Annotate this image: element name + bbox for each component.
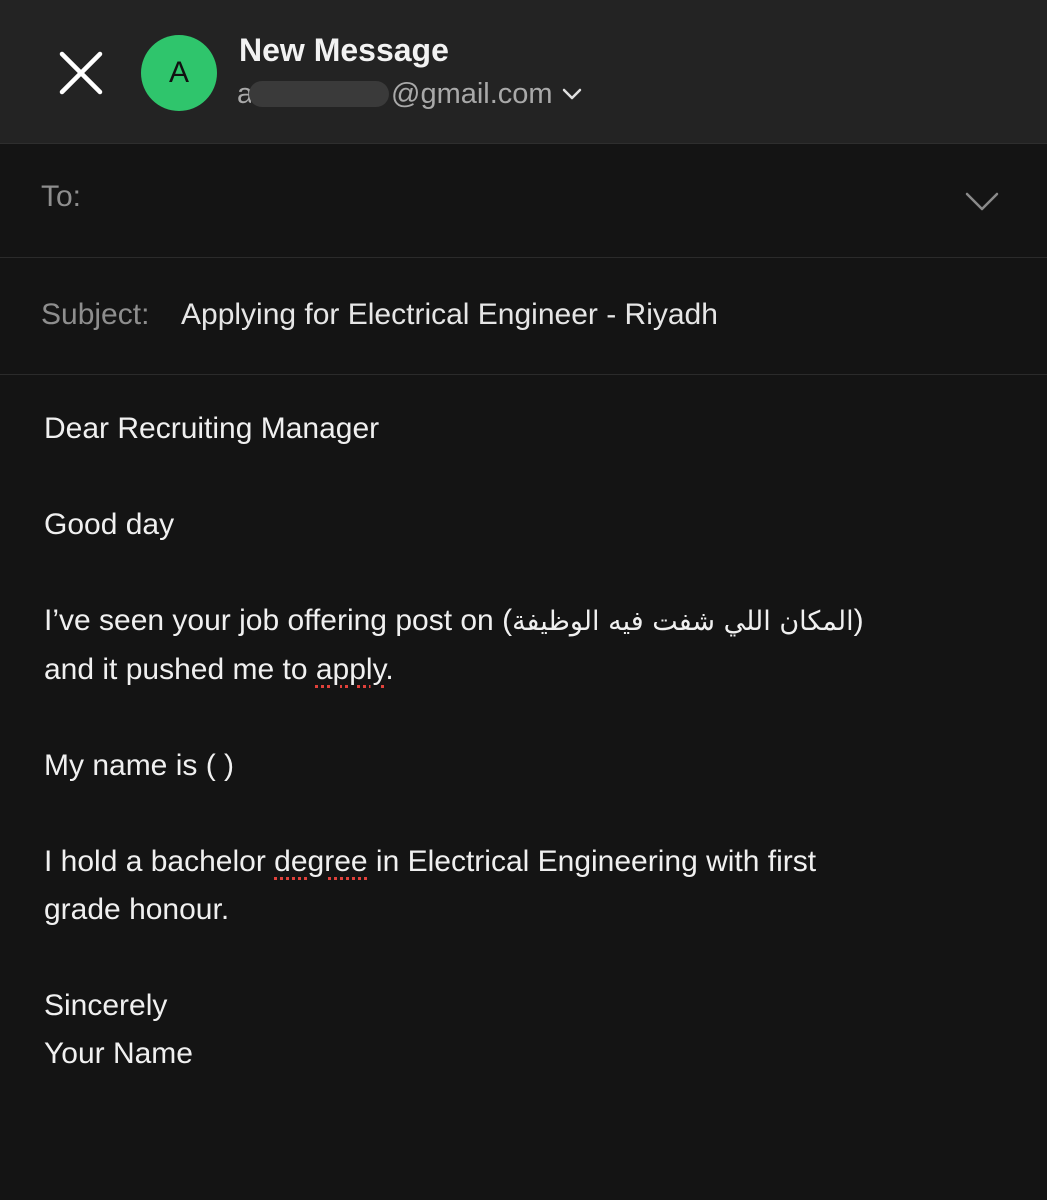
spellcheck-word[interactable]: degree [274,845,367,878]
arabic-placeholder-text: المكان اللي شفت فيه الوظيفة [512,606,854,637]
message-body[interactable]: Dear Recruiting Manager Good day I’ve se… [44,405,1004,1078]
avatar: A [141,35,217,111]
page-title: New Message [239,32,449,68]
body-paragraph-name: My name is ( ) [44,749,235,782]
close-icon [59,51,103,95]
body-signoff: Sincerely Your Name [44,982,1004,1078]
body-line: Good day [44,508,175,541]
account-email-domain: @gmail.com [391,77,553,110]
closing-text: Sincerely [44,989,168,1022]
body-paragraph-degree: I hold a bachelor degree in Electrical E… [44,845,817,926]
chevron-down-icon [562,88,581,100]
body-paragraph-job-source: I’ve seen your job offering post on (الم… [44,604,864,686]
to-field[interactable] [110,174,934,220]
close-button[interactable] [56,48,106,98]
subject-row[interactable]: Subject: Applying for Electrical Enginee… [0,258,1047,375]
subject-field[interactable]: Applying for Electrical Engineer - Riyad… [181,298,718,332]
subject-label: Subject: [41,298,150,331]
body-greeting: Dear Recruiting Manager [44,412,380,445]
to-row: To: [0,144,1047,258]
to-label: To: [41,180,82,213]
compose-header: A New Message a @gmail.com [0,0,1047,144]
chevron-down-icon[interactable] [964,188,1000,216]
redacted-email-block [249,81,389,107]
spellcheck-word[interactable]: apply [316,653,386,686]
signature-text: Your Name [44,1037,193,1070]
account-selector[interactable]: a @gmail.com [237,74,583,114]
